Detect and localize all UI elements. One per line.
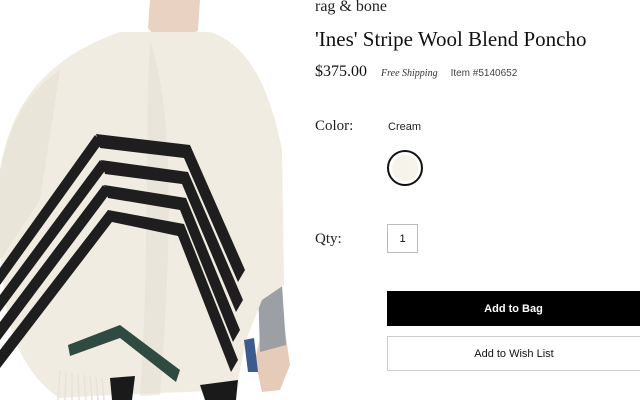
quantity-input[interactable] [387,224,418,253]
free-shipping-label: Free Shipping [381,68,438,79]
brand-name[interactable]: rag & bone [315,0,387,16]
product-title: 'Ines' Stripe Wool Blend Poncho [315,27,587,51]
price: $375.00 [315,63,367,80]
swatch-fill [392,155,418,181]
color-label: Color: [315,118,354,134]
poncho-photo-icon [0,0,290,400]
add-to-bag-button[interactable]: Add to Bag [387,291,640,326]
item-number: Item #5140652 [450,68,518,79]
product-image [0,0,300,400]
add-to-wishlist-button[interactable]: Add to Wish List [387,336,640,371]
price-row: $375.00 Free Shipping Item #5140652 [315,63,517,81]
qty-label: Qty: [315,231,342,247]
color-value: Cream [388,121,422,133]
color-swatch-cream[interactable] [387,150,423,186]
